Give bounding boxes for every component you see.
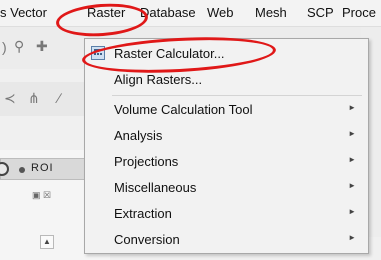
menu-web[interactable]: Web: [207, 5, 234, 20]
menu-item-align-rasters[interactable]: Align Rasters...: [85, 67, 368, 93]
menu-item-label: Volume Calculation Tool: [114, 102, 253, 117]
menu-bar: s Vector Raster Database Web Mesh SCP Pr…: [0, 0, 381, 27]
pan-map-icon[interactable]: ✚: [36, 38, 48, 55]
menu-item-label: Analysis: [114, 128, 163, 143]
edit-icon[interactable]: ≺: [4, 90, 16, 107]
add-feature-icon[interactable]: ⋔: [28, 90, 40, 107]
digitize-icon[interactable]: ∕: [58, 90, 60, 106]
menu-database[interactable]: Database: [140, 5, 196, 20]
menu-item-volume-calculation-tool[interactable]: Volume Calculation Tool ►: [85, 97, 368, 123]
menu-item-analysis[interactable]: Analysis ►: [85, 123, 368, 149]
submenu-arrow-icon: ►: [348, 207, 356, 216]
submenu-arrow-icon: ►: [348, 233, 356, 242]
roi-tab[interactable]: ROI: [0, 158, 96, 180]
menu-item-raster-calculator[interactable]: Raster Calculator...: [85, 41, 368, 67]
roi-tab-label: ROI: [31, 162, 54, 174]
menu-raster[interactable]: Raster: [87, 5, 125, 20]
raster-menu-dropdown: Raster Calculator... Align Rasters... Vo…: [84, 38, 369, 254]
zoom-out-icon[interactable]: ⚲: [14, 38, 24, 55]
menu-scp[interactable]: SCP: [307, 5, 334, 20]
menu-mesh[interactable]: Mesh: [255, 5, 287, 20]
submenu-arrow-icon: ►: [348, 129, 356, 138]
menu-item-label: Extraction: [114, 206, 172, 221]
raster-calculator-icon: [91, 46, 105, 60]
menu-item-extraction[interactable]: Extraction ►: [85, 201, 368, 227]
menu-item-label: Projections: [114, 154, 179, 169]
menu-item-label: Conversion: [114, 232, 180, 247]
toolbar-icon-left-edge[interactable]: ): [2, 39, 7, 55]
menu-separator: [112, 95, 362, 96]
menu-item-label: Raster Calculator...: [114, 46, 225, 61]
menu-item-label: Align Rasters...: [114, 72, 203, 87]
panel-window-buttons-icon[interactable]: ▣ ☒: [32, 190, 51, 201]
menu-item-label: Miscellaneous: [114, 180, 197, 195]
roi-dot-icon: [19, 167, 25, 173]
submenu-arrow-icon: ►: [348, 155, 356, 164]
roi-ring-icon: [0, 162, 9, 176]
menu-vector[interactable]: s Vector: [0, 5, 47, 20]
submenu-arrow-icon: ►: [348, 103, 356, 112]
menu-item-conversion[interactable]: Conversion ►: [85, 227, 368, 253]
menu-item-projections[interactable]: Projections ►: [85, 149, 368, 175]
menu-item-miscellaneous[interactable]: Miscellaneous ►: [85, 175, 368, 201]
menu-processing[interactable]: Proce: [342, 5, 376, 20]
scroll-up-arrow-icon[interactable]: ▲: [40, 235, 54, 249]
submenu-arrow-icon: ►: [348, 181, 356, 190]
